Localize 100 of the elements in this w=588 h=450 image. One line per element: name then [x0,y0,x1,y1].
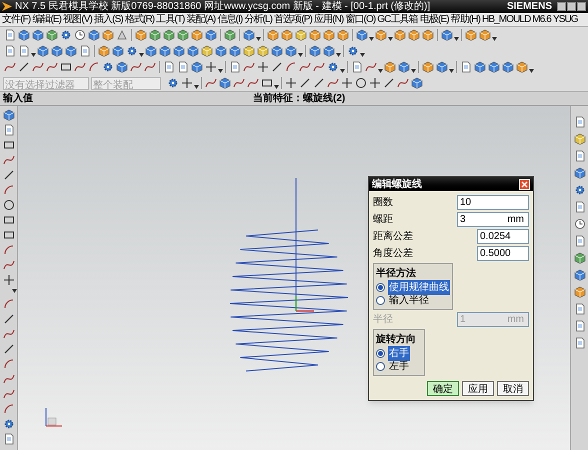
number-field[interactable]: 10 [457,195,529,210]
dropdown-arrow-icon[interactable] [194,85,199,89]
dropdown-arrow-icon[interactable] [529,69,534,73]
dropdown-arrow-icon[interactable] [139,53,144,57]
cube-icon[interactable] [422,61,434,73]
cube-icon[interactable] [135,29,147,41]
menu-item[interactable]: 应用(N) [312,12,344,27]
dropdown-arrow-icon[interactable] [411,69,416,73]
cube-icon[interactable] [465,29,477,41]
cube-icon[interactable] [18,29,30,41]
shape-icon[interactable] [116,29,128,41]
cube-icon[interactable] [51,45,63,57]
curve-icon[interactable] [243,61,255,73]
cube-icon[interactable] [408,29,420,41]
radio-button[interactable] [376,283,385,292]
cube-icon[interactable] [574,252,586,264]
document-icon[interactable] [2,124,14,136]
dropdown-arrow-icon[interactable] [454,37,459,41]
cube-icon[interactable] [411,77,423,89]
cube-icon[interactable] [257,45,269,57]
document-icon[interactable] [4,29,16,41]
cube-icon[interactable] [37,45,49,57]
radio-button[interactable] [376,296,385,305]
cube-icon[interactable] [98,45,110,57]
curve-icon[interactable] [46,61,58,73]
menu-item[interactable]: GC工具箱 [376,12,419,27]
curve-icon[interactable] [2,154,14,166]
curve-icon[interactable] [397,77,409,89]
close-button[interactable] [519,178,530,190]
cube-icon[interactable] [516,61,528,73]
document-icon[interactable] [574,150,586,162]
cube-icon[interactable] [177,29,189,41]
gear-icon[interactable] [574,184,586,196]
cube-icon[interactable] [116,61,128,73]
curve-icon[interactable] [74,61,86,73]
cube-icon[interactable] [187,45,199,57]
cube-icon[interactable] [243,45,255,57]
document-icon[interactable] [574,303,586,315]
plus-icon[interactable] [181,77,193,89]
cube-icon[interactable] [356,29,368,41]
rectangle-icon[interactable] [261,77,273,89]
gear-icon[interactable] [167,77,179,89]
cube-icon[interactable] [145,45,157,57]
cube-icon[interactable] [574,167,586,179]
menu-item[interactable]: 帮助(H) [450,12,482,27]
cube-icon[interactable] [102,29,114,41]
cube-icon[interactable] [159,45,171,57]
cube-icon[interactable] [441,29,453,41]
cube-icon[interactable] [488,61,500,73]
cube-icon[interactable] [271,45,283,57]
arc-icon[interactable] [2,244,14,256]
cube-icon[interactable] [285,45,297,57]
circle-icon[interactable] [355,77,367,89]
cube-icon[interactable] [229,45,241,57]
plus-icon[interactable] [369,77,381,89]
rectangle-icon[interactable] [2,214,14,226]
dialog-button[interactable]: 应用 [462,381,494,396]
dropdown-arrow-icon[interactable] [449,69,454,73]
line-icon[interactable] [2,169,14,181]
arc-icon[interactable] [2,358,14,370]
gear-icon[interactable] [60,29,72,41]
cube-icon[interactable] [112,45,124,57]
radio-button[interactable] [376,349,385,358]
dropdown-arrow-icon[interactable] [378,69,383,73]
clock-icon[interactable] [574,218,586,230]
circle-icon[interactable] [2,199,14,211]
radio-button[interactable] [376,362,385,371]
document-icon[interactable] [574,235,586,247]
menu-item[interactable]: 文件(F) [1,12,32,27]
dropdown-arrow-icon[interactable] [340,69,345,73]
document-icon[interactable] [229,61,241,73]
document-icon[interactable] [460,61,472,73]
gear-icon[interactable] [102,61,114,73]
clock-icon[interactable] [74,29,86,41]
line-icon[interactable] [2,313,14,325]
curve-icon[interactable] [2,388,14,400]
cube-icon[interactable] [205,29,217,41]
cube-icon[interactable] [422,29,434,41]
document-icon[interactable] [163,61,175,73]
menu-item[interactable]: 首选项(P) [273,12,313,27]
dialog-button[interactable]: 确定 [427,381,459,396]
curve-icon[interactable] [205,77,217,89]
number-field[interactable]: 0.0254 [477,229,529,244]
document-icon[interactable] [574,201,586,213]
menu-item[interactable]: YSUG [552,12,579,27]
curve-icon[interactable] [32,61,44,73]
cube-icon[interactable] [574,286,586,298]
dropdown-arrow-icon[interactable] [256,37,261,41]
cube-icon[interactable] [479,29,491,41]
curve-icon[interactable] [365,61,377,73]
curve-icon[interactable] [233,77,245,89]
cube-icon[interactable] [149,29,161,41]
cube-icon[interactable] [65,45,77,57]
cube-icon[interactable] [574,269,586,281]
cube-icon[interactable] [46,29,58,41]
cube-icon[interactable] [88,29,100,41]
curve-icon[interactable] [2,328,14,340]
gear-icon[interactable] [2,418,14,430]
menu-item[interactable]: HB_MOULD M6.6 [481,12,552,27]
document-icon[interactable] [18,45,30,57]
